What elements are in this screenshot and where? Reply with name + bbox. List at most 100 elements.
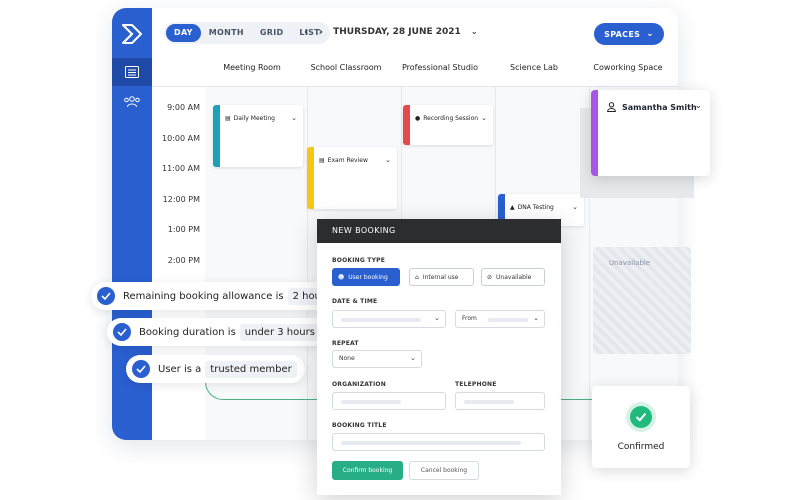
check-icon: [97, 287, 115, 305]
telephone-label: TELEPHONE: [455, 381, 497, 388]
event-title: DNA Testing: [517, 204, 554, 211]
chevron-down-icon[interactable]: ⌄: [481, 114, 487, 122]
logo-icon: [122, 24, 142, 44]
time-label: 9:00 AM: [167, 103, 200, 112]
chevron-down-icon: ⌄: [646, 29, 654, 39]
event-color-bar: [591, 90, 598, 176]
organization-label: ORGANIZATION: [332, 381, 386, 388]
user-icon: ☻: [338, 273, 345, 281]
type-unavailable-button[interactable]: ⊘ Unavailable: [481, 268, 545, 286]
tab-grid[interactable]: GRID: [252, 24, 292, 42]
new-booking-modal: NEW BOOKING BOOKING TYPE ☻ User booking …: [317, 219, 561, 495]
date-time-label: DATE & TIME: [332, 298, 378, 305]
sidebar-item-calendar[interactable]: [112, 58, 152, 86]
spaces-label: SPACES: [604, 29, 641, 39]
booking-title-field[interactable]: [332, 433, 545, 451]
time-label: 12:00 PM: [162, 194, 200, 204]
repeat-label: REPEAT: [332, 340, 359, 347]
home-icon: ⌂: [415, 273, 419, 281]
placeholder-bar: [488, 318, 528, 322]
placeholder-bar: [341, 400, 401, 404]
type-user-booking-button[interactable]: ☻ User booking: [332, 268, 400, 286]
from-time-select[interactable]: From ⌄: [455, 310, 545, 328]
flask-icon: ▲: [510, 204, 515, 211]
chevron-down-icon[interactable]: ⌄: [471, 27, 478, 36]
check-text: User is a: [158, 363, 202, 375]
chevron-down-icon[interactable]: ⌄: [291, 114, 297, 122]
confirm-booking-button[interactable]: Confirm booking: [332, 461, 403, 480]
check-icon: [132, 360, 150, 378]
booking-title-label: BOOKING TITLE: [332, 422, 387, 429]
column-header: Science Lab: [510, 63, 558, 72]
date-label[interactable]: THURSDAY, 28 JUNE 2021: [333, 27, 461, 37]
event-daily-meeting[interactable]: ▤ Daily Meeting ⌄: [213, 105, 303, 167]
column-header: Meeting Room: [223, 63, 281, 72]
date-navigation: ‹ › THURSDAY, 28 JUNE 2021 ⌄: [304, 25, 478, 38]
placeholder-bar: [341, 441, 521, 445]
placeholder-bar: [464, 400, 514, 404]
column-header: School Classroom: [310, 63, 382, 72]
check-circle-icon: [626, 402, 656, 432]
chevron-down-icon: ⌄: [434, 314, 440, 322]
time-label: 11:00 AM: [162, 164, 200, 173]
event-recording-session[interactable]: ● Recording Session ⌄: [403, 105, 493, 145]
user-name: Samantha Smith: [622, 102, 697, 112]
check-text: Booking duration is: [139, 326, 236, 338]
list-icon: [125, 66, 139, 78]
event-color-bar: [403, 105, 410, 145]
repeat-value: None: [339, 355, 355, 362]
spaces-button[interactable]: SPACES ⌄: [594, 23, 664, 45]
time-axis: 9:00 AM 10:00 AM 11:00 AM 12:00 PM 1:00 …: [152, 103, 208, 286]
type-internal-use-button[interactable]: ⌂ Internal use: [409, 268, 474, 286]
event-title: Daily Meeting: [233, 115, 275, 122]
confirmed-card: Confirmed: [592, 386, 690, 468]
tab-month[interactable]: MONTH: [201, 24, 252, 42]
type-label: User booking: [348, 273, 388, 281]
column-header: Coworking Space: [593, 63, 663, 72]
unavailable-label: Unavailable: [609, 259, 651, 267]
chevron-down-icon[interactable]: ⌄: [385, 156, 391, 164]
check-highlight: under 3 hours: [239, 323, 320, 341]
event-color-bar: [213, 105, 220, 167]
event-exam-review[interactable]: ▤ Exam Review ⌄: [307, 147, 397, 209]
cancel-booking-button[interactable]: Cancel booking: [409, 461, 479, 480]
date-select[interactable]: ⌄: [332, 310, 446, 328]
from-label: From: [462, 315, 477, 322]
block-icon: ⊘: [487, 273, 493, 281]
confirmed-label: Confirmed: [617, 442, 665, 452]
column-headers: Meeting Room School Classroom Profession…: [205, 63, 678, 85]
event-title: Exam Review: [327, 157, 368, 164]
repeat-select[interactable]: None ⌄: [332, 350, 422, 368]
time-label: 10:00 AM: [162, 133, 200, 143]
modal-title: NEW BOOKING: [317, 219, 561, 243]
check-allowance: Remaining booking allowance is 2 hours: [91, 282, 344, 310]
unavailable-block: Unavailable: [593, 247, 691, 354]
event-title: Recording Session: [423, 115, 479, 122]
mic-icon: ●: [415, 115, 421, 122]
chevron-down-icon[interactable]: ⌄: [694, 101, 702, 111]
booking-type-label: BOOKING TYPE: [332, 257, 386, 264]
check-duration: Booking duration is under 3 hours: [107, 318, 328, 346]
meeting-icon: ▤: [225, 115, 231, 122]
check-text: Remaining booking allowance is: [123, 290, 284, 302]
organization-field[interactable]: [332, 392, 446, 410]
chevron-down-icon[interactable]: ⌄: [572, 203, 578, 211]
review-icon: ▤: [319, 157, 325, 164]
chevron-down-icon: ⌄: [410, 354, 416, 362]
check-highlight: trusted member: [205, 360, 297, 378]
time-label: 1:00 PM: [167, 225, 200, 234]
users-icon: [124, 96, 140, 108]
telephone-field[interactable]: [455, 392, 545, 410]
check-icon: [113, 323, 131, 341]
column-header: Professional Studio: [401, 63, 479, 72]
prev-day-icon[interactable]: ‹: [304, 25, 309, 38]
check-trusted: User is a trusted member: [126, 355, 305, 383]
type-label: Unavailable: [496, 273, 532, 281]
event-color-bar: [307, 147, 314, 209]
tab-day[interactable]: DAY: [166, 24, 201, 42]
sidebar-item-users[interactable]: [112, 88, 152, 116]
type-label: Internal use: [422, 273, 459, 281]
next-day-icon[interactable]: ›: [319, 25, 324, 38]
user-booking-card[interactable]: Samantha Smith ⌄: [591, 90, 710, 176]
placeholder-bar: [341, 318, 421, 322]
